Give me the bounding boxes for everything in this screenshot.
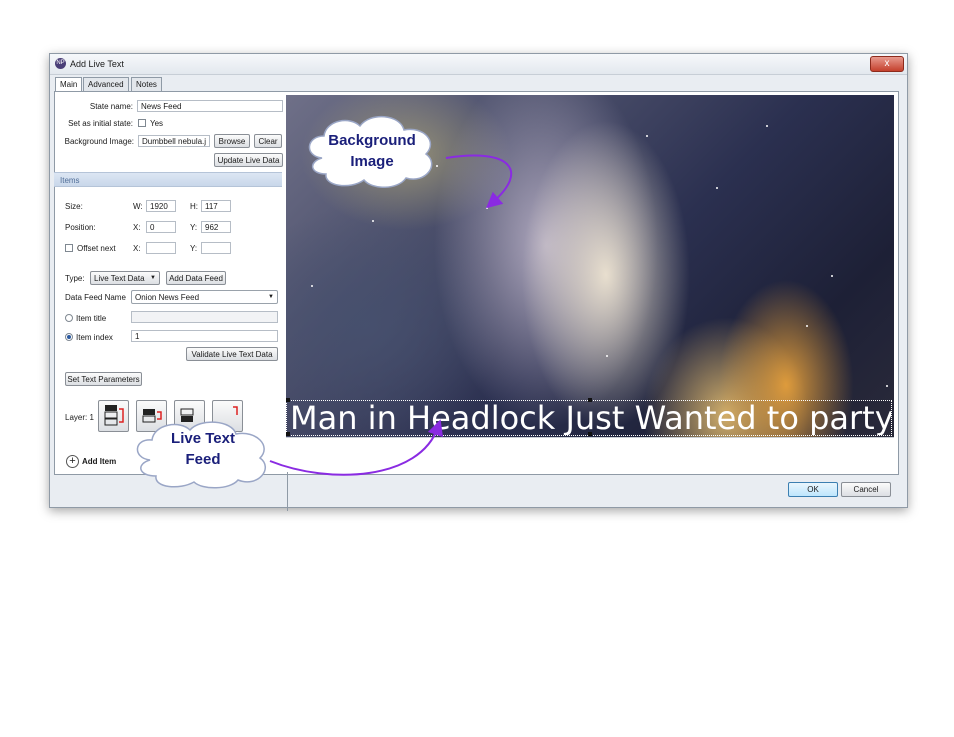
background-callout-line2: Image [350, 153, 394, 170]
offset-next-label: Offset next [77, 244, 116, 253]
offset-y-label: Y: [190, 244, 198, 253]
ok-button[interactable]: OK [788, 482, 838, 497]
item-index-radio[interactable] [65, 333, 73, 341]
layer-bring-forward-icon [104, 405, 124, 426]
offset-x-input[interactable] [146, 242, 176, 254]
item-title-input[interactable] [131, 311, 278, 323]
data-feed-name-label: Data Feed Name [65, 293, 126, 302]
star [311, 285, 313, 287]
star [716, 187, 718, 189]
size-label: Size: [65, 202, 83, 211]
item-title-radio[interactable] [65, 314, 73, 322]
resize-handle[interactable] [286, 398, 290, 402]
position-label: Position: [65, 223, 96, 232]
position-y-label: Y: [190, 223, 198, 232]
offset-x-label: X: [133, 244, 141, 253]
star [606, 355, 608, 357]
live-text-item[interactable]: Man in Headlock Just Wanted to party [286, 400, 892, 436]
live-feed-callout-line2: Feed [185, 451, 221, 468]
width-input[interactable]: 1920 [146, 200, 176, 212]
live-text-feed-callout: Live Text Feed [130, 418, 276, 490]
position-x-label: X: [133, 223, 141, 232]
star [886, 385, 888, 387]
resize-handle[interactable] [588, 432, 592, 436]
add-item-button[interactable]: + Add Item [66, 455, 136, 469]
state-name-label: State name: [89, 102, 133, 111]
type-select-value: Live Text Data [94, 274, 145, 283]
background-callout-line1: Background [328, 132, 416, 149]
preview-empty-area [286, 437, 894, 472]
browse-button[interactable]: Browse [214, 134, 250, 148]
height-input[interactable]: 117 [201, 200, 231, 212]
resize-handle[interactable] [286, 432, 290, 436]
star [372, 220, 374, 222]
height-label: H: [190, 202, 198, 211]
add-data-feed-button[interactable]: Add Data Feed [166, 271, 226, 285]
offset-y-input[interactable] [201, 242, 231, 254]
star [831, 275, 833, 277]
item-index-label: Item index [76, 333, 113, 342]
layer-bring-forward-button[interactable] [98, 400, 129, 432]
add-item-label: Add Item [82, 457, 117, 466]
update-live-data-button[interactable]: Update Live Data [214, 153, 283, 167]
initial-state-option-label: Yes [150, 119, 164, 128]
position-x-input[interactable]: 0 [146, 221, 176, 233]
type-select[interactable]: Live Text Data ▼ [90, 271, 160, 285]
resize-handle[interactable] [588, 398, 592, 402]
plus-icon: + [66, 455, 79, 468]
background-image-label: Background Image: [64, 137, 134, 146]
position-y-input[interactable]: 962 [201, 221, 231, 233]
background-image-callout: Background Image [302, 112, 442, 190]
background-image-field[interactable]: Dumbbell nebula.j [138, 135, 210, 147]
data-feed-select-value: Onion News Feed [135, 293, 200, 302]
data-feed-select[interactable]: Onion News Feed ▼ [131, 290, 278, 304]
item-index-input[interactable]: 1 [131, 330, 278, 342]
offset-next-checkbox[interactable] [65, 244, 73, 252]
chevron-down-icon: ▼ [268, 294, 274, 300]
set-text-parameters-button[interactable]: Set Text Parameters [65, 372, 142, 386]
type-label: Type: [65, 274, 85, 283]
star [486, 207, 488, 209]
cancel-button[interactable]: Cancel [841, 482, 891, 497]
star [806, 325, 808, 327]
layer-label: Layer: 1 [65, 413, 94, 422]
initial-state-checkbox[interactable] [138, 119, 146, 127]
initial-state-label: Set as initial state: [68, 119, 133, 128]
close-button[interactable]: x [870, 56, 904, 72]
item-title-label: Item title [76, 314, 107, 323]
width-label: W: [133, 202, 143, 211]
live-feed-callout-line1: Live Text [171, 430, 235, 447]
validate-live-text-data-button[interactable]: Validate Live Text Data [186, 347, 278, 361]
items-section-header[interactable]: Items [54, 172, 282, 187]
clear-button[interactable]: Clear [254, 134, 282, 148]
state-name-input[interactable]: News Feed [137, 100, 283, 112]
title-bar: NP Add Live Text x [50, 54, 907, 75]
chevron-down-icon: ▼ [150, 275, 156, 281]
window-title: Add Live Text [70, 59, 124, 69]
star [646, 135, 648, 137]
star [766, 125, 768, 127]
app-icon: NP [55, 58, 66, 69]
